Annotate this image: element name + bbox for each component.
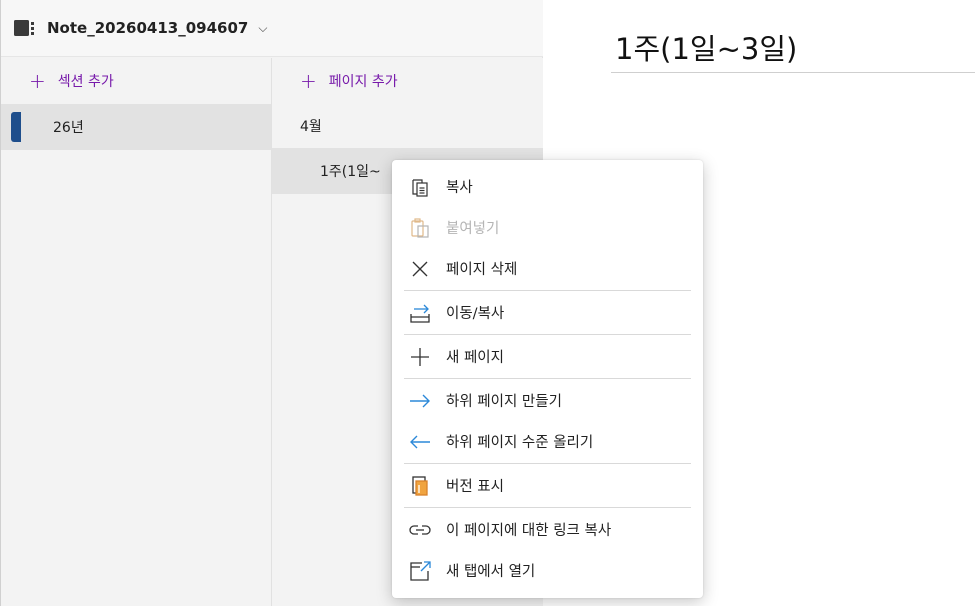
link-icon: [406, 518, 434, 542]
menu-separator: [404, 334, 691, 335]
menu-item-label: 하위 페이지 수준 올리기: [446, 435, 594, 451]
menu-separator: [404, 378, 691, 379]
notebook-title: Note_20260413_094607: [47, 19, 249, 37]
menu-item-promote-subpage[interactable]: 하위 페이지 수준 올리기: [392, 421, 703, 462]
copy-icon: [406, 175, 434, 199]
page-title[interactable]: 1주(1일~3일): [615, 26, 797, 68]
menu-item-move-copy[interactable]: 이동/복사: [392, 292, 703, 333]
menu-separator: [404, 463, 691, 464]
menu-item-label: 새 탭에서 열기: [446, 564, 536, 580]
menu-item-label: 하위 페이지 만들기: [446, 394, 562, 410]
open-new-tab-icon: [406, 559, 434, 583]
menu-item-label: 이 페이지에 대한 링크 복사: [446, 523, 612, 539]
add-section-label: 섹션 추가: [57, 74, 114, 90]
page-item[interactable]: 4월: [272, 104, 544, 148]
menu-separator: [404, 507, 691, 508]
paste-icon: [406, 216, 434, 240]
plus-icon: [406, 345, 434, 369]
plus-icon: +: [300, 69, 317, 93]
section-item-label: 26년: [53, 120, 84, 136]
title-underline: [611, 72, 975, 73]
add-page-button[interactable]: + 페이지 추가: [272, 58, 544, 104]
sections-list: + 섹션 추가 26년: [1, 58, 272, 606]
menu-item-label: 새 페이지: [446, 350, 504, 366]
menu-item-show-versions[interactable]: 버전 표시: [392, 465, 703, 506]
move-icon: [406, 301, 434, 325]
menu-item-open-new-tab[interactable]: 새 탭에서 열기: [392, 550, 703, 591]
notebook-selector[interactable]: Note_20260413_094607 ⌵: [1, 0, 544, 57]
add-page-label: 페이지 추가: [328, 74, 398, 90]
close-icon: [406, 257, 434, 281]
section-item[interactable]: 26년: [1, 104, 271, 150]
menu-item-copy-link[interactable]: 이 페이지에 대한 링크 복사: [392, 509, 703, 550]
menu-separator: [404, 290, 691, 291]
page-item-label: 4월: [300, 119, 322, 135]
menu-item-delete-page[interactable]: 페이지 삭제: [392, 248, 703, 289]
section-color-tab: [11, 112, 21, 142]
chevron-down-icon: ⌵: [258, 20, 268, 35]
menu-item-make-subpage[interactable]: 하위 페이지 만들기: [392, 380, 703, 421]
plus-icon: +: [29, 69, 46, 93]
menu-item-new-page[interactable]: 새 페이지: [392, 336, 703, 377]
page-item-label: 1주(1일~: [320, 164, 381, 180]
versions-icon: [406, 474, 434, 498]
menu-item-label: 버전 표시: [446, 479, 504, 495]
menu-item-label: 복사: [446, 180, 473, 196]
menu-item-label: 이동/복사: [446, 306, 505, 322]
add-section-button[interactable]: + 섹션 추가: [1, 58, 271, 104]
notebook-icon: [13, 18, 39, 38]
menu-item-copy[interactable]: 복사: [392, 166, 703, 207]
menu-item-paste[interactable]: 붙여넣기: [392, 207, 703, 248]
arrow-right-icon: [406, 389, 434, 413]
onenote-window: Note_20260413_094607 ⌵ + 섹션 추가 26년 + 페이지…: [0, 0, 975, 606]
page-context-menu: 복사 붙여넣기 페이지 삭제 이동/복사 새 페이지 하위 페이지 만들기 하위…: [392, 160, 703, 598]
arrow-left-icon: [406, 430, 434, 454]
menu-item-label: 페이지 삭제: [446, 262, 518, 278]
menu-item-label: 붙여넣기: [446, 221, 500, 237]
